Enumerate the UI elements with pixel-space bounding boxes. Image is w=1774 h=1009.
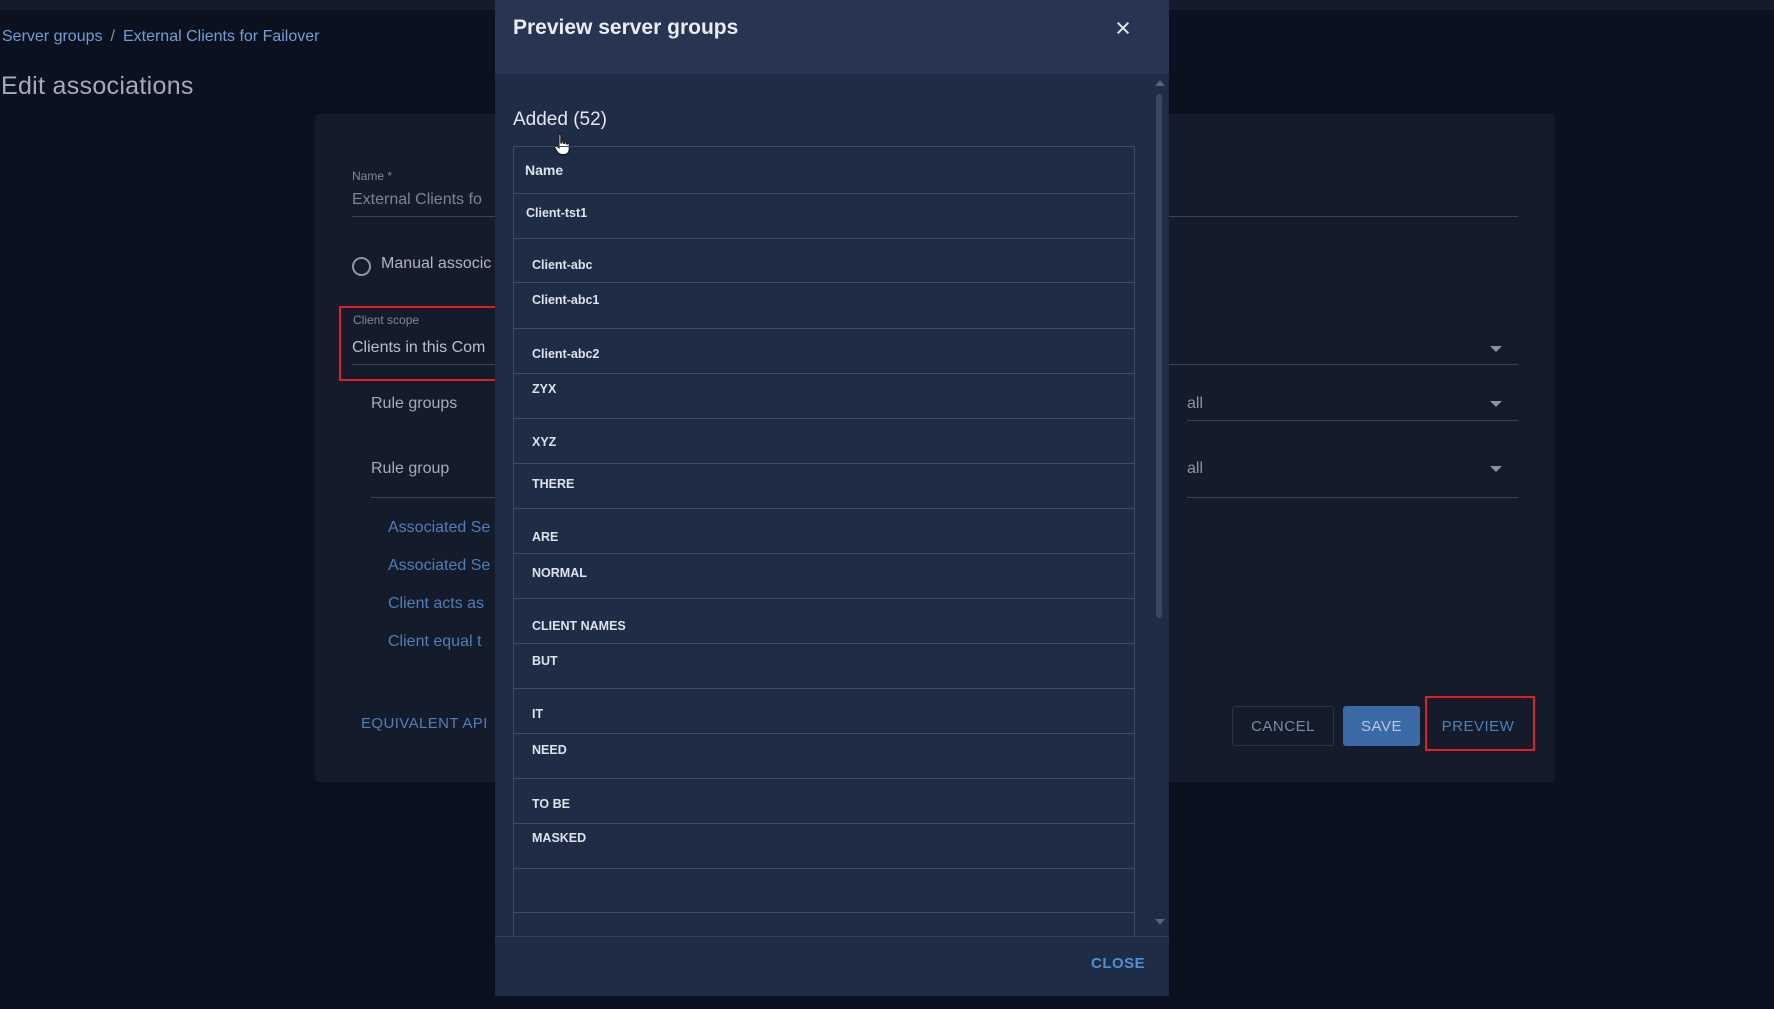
name-field[interactable]: External Clients fo xyxy=(352,191,482,209)
table-row: XYZ xyxy=(532,435,557,449)
cancel-button[interactable]: CANCEL xyxy=(1232,706,1334,746)
row-divider xyxy=(514,463,1134,464)
table-row: Client-abc2 xyxy=(532,347,600,361)
preview-server-groups-dialog: Preview server groups × Added (52) Name … xyxy=(495,0,1169,996)
preview-button-highlight-box xyxy=(1425,696,1535,751)
row-divider xyxy=(514,778,1134,779)
row-divider xyxy=(514,868,1134,869)
table-row: MASKED xyxy=(532,831,587,845)
row-divider xyxy=(514,373,1134,374)
breadcrumb-separator: / xyxy=(110,28,115,45)
equivalent-api-link[interactable]: EQUIVALENT API xyxy=(361,715,488,732)
rule-groups-underline xyxy=(1187,420,1518,421)
row-divider xyxy=(514,553,1134,554)
close-button[interactable]: CLOSE xyxy=(1091,955,1145,972)
associated-link-1[interactable]: Associated Se xyxy=(388,519,490,537)
row-divider xyxy=(514,912,1134,913)
dialog-title: Preview server groups xyxy=(513,16,739,39)
dialog-footer-divider xyxy=(495,936,1169,937)
client-scope-highlight-box xyxy=(339,306,510,381)
breadcrumb-link-server-groups[interactable]: Server groups xyxy=(2,28,103,45)
table-row: ZYX xyxy=(532,382,557,396)
scroll-up-arrow-icon[interactable] xyxy=(1155,80,1165,86)
client-acts-as-link[interactable]: Client acts as xyxy=(388,595,484,613)
row-divider xyxy=(514,418,1134,419)
breadcrumb-link-group[interactable]: External Clients for Failover xyxy=(123,28,320,45)
table-header: Name xyxy=(514,146,1134,194)
name-field-label: Name * xyxy=(352,169,393,183)
table-row: BUT xyxy=(532,654,558,668)
dialog-header: Preview server groups × xyxy=(495,0,1169,74)
row-divider xyxy=(514,733,1134,734)
close-icon[interactable]: × xyxy=(1109,14,1137,42)
associated-link-2[interactable]: Associated Se xyxy=(388,557,490,575)
scrollbar-thumb[interactable] xyxy=(1156,94,1162,618)
name-field-underline xyxy=(352,216,512,217)
table-row: NORMAL xyxy=(532,566,587,580)
name-field-underline-right xyxy=(1169,216,1518,217)
client-scope-chevron-down-icon[interactable] xyxy=(1490,346,1502,352)
rule-groups-chevron-down-icon[interactable] xyxy=(1490,401,1502,407)
rule-group-underline xyxy=(1187,497,1518,498)
row-divider xyxy=(514,823,1134,824)
table-row: Client-abc xyxy=(532,258,593,272)
name-column-header: Name xyxy=(525,162,564,178)
table-row: Client-tst1 xyxy=(526,206,588,220)
save-button[interactable]: SAVE xyxy=(1343,706,1420,746)
rule-group-label: Rule group xyxy=(371,460,450,477)
table-row: THERE xyxy=(532,477,575,491)
rule-group-underline-left xyxy=(371,497,495,498)
row-divider xyxy=(514,598,1134,599)
rule-group-select[interactable]: all xyxy=(1187,460,1203,478)
manual-association-label: Manual associc xyxy=(381,255,492,272)
added-clients-table: Name Client-tst1 Client-abc Client-abc1 … xyxy=(513,146,1135,936)
table-row: NEED xyxy=(532,743,567,757)
manual-association-radio[interactable] xyxy=(352,257,371,276)
row-divider xyxy=(514,328,1134,329)
client-scope-underline-right xyxy=(1169,364,1518,365)
table-row: CLIENT NAMES xyxy=(532,619,626,633)
table-row: TO BE xyxy=(532,797,570,811)
row-divider xyxy=(514,688,1134,689)
table-row: ARE xyxy=(532,530,559,544)
row-divider xyxy=(514,508,1134,509)
client-equal-link[interactable]: Client equal t xyxy=(388,633,481,651)
rule-group-chevron-down-icon[interactable] xyxy=(1490,466,1502,472)
added-section-title: Added (52) xyxy=(513,109,608,130)
row-divider xyxy=(514,238,1134,239)
row-divider xyxy=(514,643,1134,644)
scroll-down-arrow-icon[interactable] xyxy=(1155,919,1165,925)
rule-groups-label: Rule groups xyxy=(371,395,458,412)
table-row: IT xyxy=(532,707,544,721)
rule-groups-select[interactable]: all xyxy=(1187,395,1203,413)
row-divider xyxy=(514,282,1134,283)
table-row: Client-abc1 xyxy=(532,293,600,307)
breadcrumb: Server groups / External Clients for Failo… xyxy=(2,28,319,46)
page-title: Edit associations xyxy=(1,72,194,100)
